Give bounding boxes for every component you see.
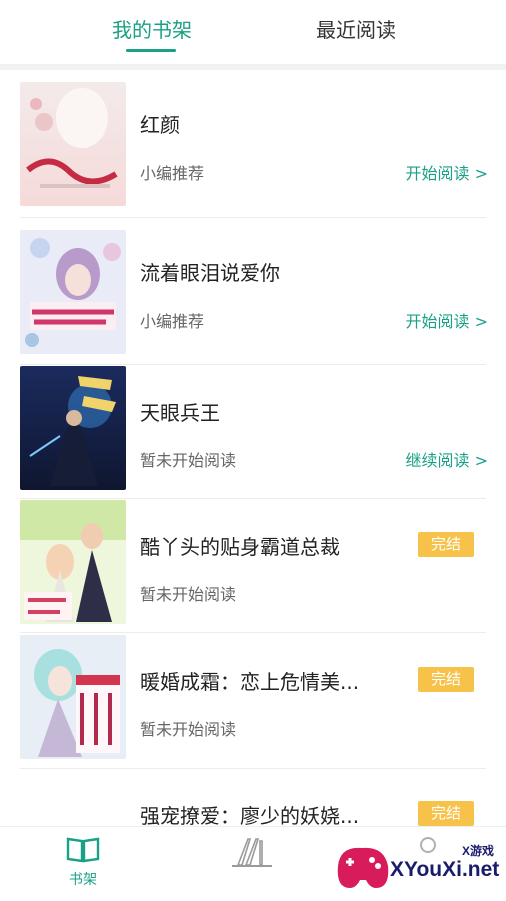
- completed-badge: 完结: [418, 532, 474, 557]
- book-status: 暂未开始阅读: [140, 720, 237, 739]
- tab-recent-reading[interactable]: 最近阅读: [308, 14, 404, 43]
- watermark-small-text: X游戏: [462, 844, 495, 858]
- continue-reading-link[interactable]: 继续阅读 >: [406, 447, 489, 471]
- start-reading-link[interactable]: 开始阅读 >: [406, 160, 489, 184]
- row-divider: [20, 768, 486, 769]
- completed-badge: 完结: [418, 801, 474, 826]
- book-title: 天眼兵王: [140, 401, 220, 425]
- row-divider: [20, 498, 486, 499]
- row-divider: [20, 632, 486, 633]
- book-row[interactable]: 红颜 小编推荐 开始阅读 >: [0, 82, 506, 218]
- row-divider: [20, 217, 486, 218]
- book-title: 强宠撩爱：廖少的妖娆...: [140, 804, 360, 828]
- book-cover-image: [20, 500, 126, 624]
- book-title: 暖婚成霜：恋上危情美...: [140, 670, 360, 694]
- book-cover-image: [20, 366, 126, 490]
- open-book-icon: [66, 837, 100, 863]
- book-row[interactable]: 酷丫头的贴身霸道总裁 暂未开始阅读 完结: [0, 500, 506, 634]
- gamepad-logo-icon: [337, 847, 389, 888]
- book-cover[interactable]: [20, 635, 126, 759]
- book-cover[interactable]: [20, 82, 126, 206]
- tab-my-bookshelf[interactable]: 我的书架: [106, 14, 198, 43]
- book-title: 酷丫头的贴身霸道总裁: [140, 535, 340, 559]
- book-cover-image: [20, 230, 126, 354]
- book-status: 小编推荐: [140, 164, 205, 183]
- book-title: 红颜: [140, 113, 180, 137]
- active-tab-indicator: [126, 49, 176, 52]
- book-row[interactable]: 天眼兵王 暂未开始阅读 继续阅读 >: [0, 366, 506, 500]
- book-status: 暂未开始阅读: [140, 451, 237, 470]
- book-status: 暂未开始阅读: [140, 585, 237, 604]
- book-cover[interactable]: [20, 366, 126, 490]
- watermark-brand-text: XYouXi.net: [390, 858, 500, 881]
- nav-bookshelf-label: 书架: [69, 872, 97, 888]
- book-cover[interactable]: [20, 500, 126, 624]
- nav-bookshelf[interactable]: 书架: [43, 835, 123, 889]
- book-cover-image: [20, 82, 126, 206]
- book-cover[interactable]: [20, 230, 126, 354]
- book-status: 小编推荐: [140, 312, 205, 331]
- book-title: 流着眼泪说爱你: [140, 261, 280, 285]
- book-row[interactable]: 强宠撩爱：廖少的妖娆... 完结: [0, 770, 506, 828]
- section-gap: [0, 64, 506, 70]
- bookstand-icon: [232, 838, 272, 867]
- row-divider: [20, 364, 486, 365]
- top-tab-bar: 我的书架 最近阅读: [0, 0, 506, 65]
- book-row[interactable]: 暖婚成霜：恋上危情美... 暂未开始阅读 完结: [0, 635, 506, 769]
- completed-badge: 完结: [418, 667, 474, 692]
- book-row[interactable]: 流着眼泪说爱你 小编推荐 开始阅读 >: [0, 230, 506, 366]
- book-cover-image: [20, 635, 126, 759]
- watermark-logo: X游戏 XYouXi.net: [332, 838, 502, 894]
- start-reading-link[interactable]: 开始阅读 >: [406, 308, 489, 332]
- nav-library[interactable]: [212, 835, 292, 873]
